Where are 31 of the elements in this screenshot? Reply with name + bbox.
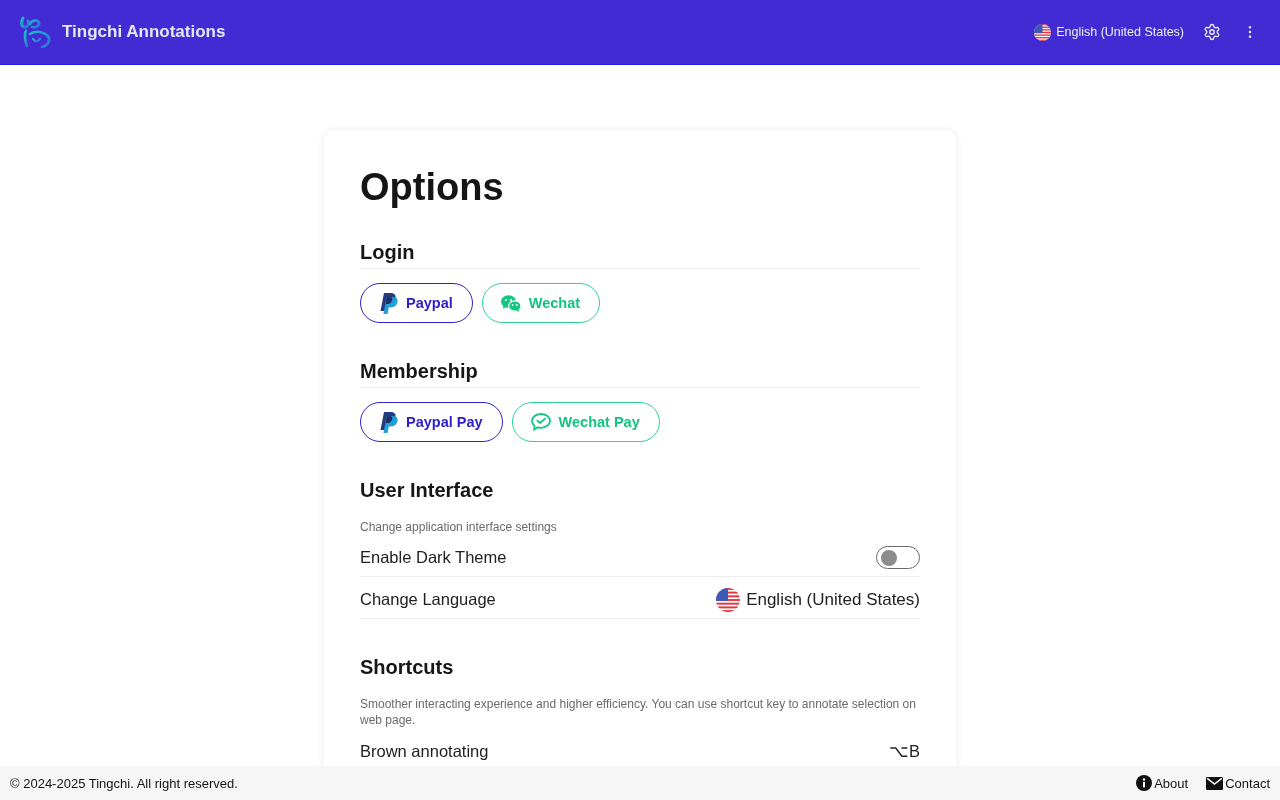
info-icon (1136, 775, 1153, 791)
paypal-logo-icon (379, 292, 398, 314)
setting-label: Enable Dark Theme (360, 548, 507, 567)
paypal-button[interactable]: Paypal (360, 283, 473, 323)
settings-button[interactable] (1203, 23, 1221, 41)
language-selector[interactable]: English (United States) (716, 587, 920, 612)
section-description: Change application interface settings (360, 519, 558, 535)
logo-icon (18, 15, 52, 49)
language-selector[interactable]: English (United States) (1034, 23, 1184, 41)
contact-link[interactable]: Contact (1206, 775, 1270, 791)
section-title: Login (360, 239, 920, 269)
section-description: Smoother interacting experience and higher efficiency. You can use shortcut key to annotate selection on web page. (360, 696, 917, 728)
section-title: User Interface (360, 478, 495, 503)
us-flag-icon (1034, 23, 1052, 41)
section-title: Membership (360, 358, 920, 388)
app-title: Tingchi Annotations (62, 22, 226, 42)
chat-bubbles-icon (500, 294, 521, 312)
settings-icon (1203, 23, 1221, 41)
about-link[interactable]: About (1136, 775, 1189, 791)
copyright-text: © 2024-2025 Tingchi. All right reserved. (10, 775, 238, 791)
page-title: Options (360, 165, 505, 210)
shortcut-key: ⌥B (889, 741, 920, 761)
envelope-icon (1206, 776, 1224, 790)
chat-bubble-check-icon (530, 413, 551, 431)
section-title: Shortcuts (360, 655, 455, 680)
dark-theme-switch[interactable] (876, 546, 920, 569)
setting-label: Change Language (360, 590, 496, 609)
us-flag-icon (716, 587, 741, 612)
setting-label: Brown annotating (360, 741, 489, 761)
paypal-logo-icon (379, 411, 398, 433)
paypal-button[interactable]: Paypal Pay (360, 402, 503, 442)
